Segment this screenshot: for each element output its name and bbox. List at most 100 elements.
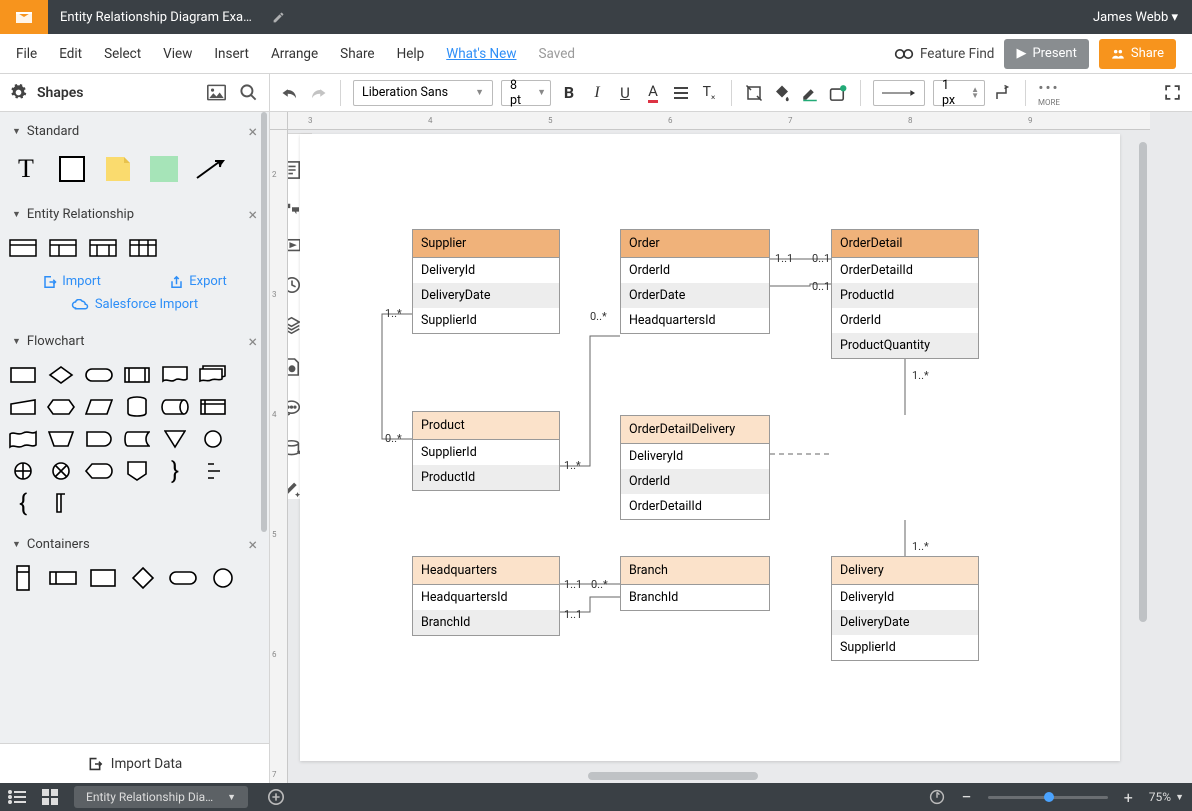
fc-display[interactable]	[84, 459, 114, 483]
entity-supplier[interactable]: SupplierDeliveryIdDeliveryDateSupplierId	[412, 229, 560, 334]
entity-field[interactable]: SupplierId	[413, 440, 559, 465]
entity-field[interactable]: ProductId	[413, 465, 559, 490]
arrow-shape[interactable]	[192, 153, 228, 185]
fc-sum[interactable]	[46, 459, 76, 483]
entity-header[interactable]: Product	[413, 412, 559, 440]
entity-branch[interactable]: BranchBranchId	[620, 556, 770, 611]
line-width-select[interactable]: 1 px▲▼	[933, 80, 985, 106]
rect-shape[interactable]	[54, 153, 90, 185]
fc-internal[interactable]	[198, 395, 228, 419]
fc-brace-l[interactable]: {	[8, 491, 38, 515]
entity-orderdetail[interactable]: OrderDetailOrderDetailIdProductIdOrderId…	[831, 229, 979, 359]
menu-share[interactable]: Share	[340, 46, 374, 62]
entity-header[interactable]: Delivery	[832, 557, 978, 585]
fc-multidoc[interactable]	[198, 363, 228, 387]
fc-database[interactable]	[122, 395, 152, 419]
note-shape[interactable]	[100, 153, 136, 185]
underline-icon[interactable]: U	[615, 83, 635, 103]
entity-field[interactable]: DeliveryId	[832, 585, 978, 610]
entity-header[interactable]: Order	[621, 230, 769, 258]
group-containers[interactable]: ▼Containers×	[0, 525, 269, 560]
fc-process[interactable]	[8, 363, 38, 387]
entity-field[interactable]: DeliveryId	[413, 258, 559, 283]
fc-decision[interactable]	[46, 363, 76, 387]
entity-field[interactable]: BranchId	[413, 610, 559, 635]
feature-find[interactable]: Feature Find	[894, 46, 994, 62]
entity-order[interactable]: OrderOrderIdOrderDateHeadquartersId	[620, 229, 770, 334]
er-import[interactable]: Import	[42, 274, 101, 289]
entity-field[interactable]: OrderDetailId	[621, 494, 769, 519]
font-size-select[interactable]: 8 pt▼	[501, 80, 551, 106]
menu-file[interactable]: File	[16, 46, 37, 62]
menu-help[interactable]: Help	[397, 46, 425, 62]
add-page-button[interactable]	[264, 785, 288, 809]
cont-vlane[interactable]	[8, 566, 38, 590]
menu-arrange[interactable]: Arrange	[271, 46, 318, 62]
crop-icon[interactable]	[744, 83, 764, 103]
canvas-vscrollbar[interactable]	[1136, 130, 1150, 769]
bold-icon[interactable]: B	[559, 83, 579, 103]
sidebar-scrollbar[interactable]	[261, 112, 267, 532]
menu-insert[interactable]: Insert	[214, 46, 249, 62]
entity-header[interactable]: Headquarters	[413, 557, 559, 585]
cont-rect[interactable]	[88, 566, 118, 590]
group-flowchart[interactable]: ▼Flowchart×	[0, 322, 269, 357]
menu-select[interactable]: Select	[104, 46, 141, 62]
entity-field[interactable]: HeadquartersId	[621, 308, 769, 333]
document-title[interactable]: Entity Relationship Diagram Exa…	[48, 10, 264, 25]
line-route-icon[interactable]	[993, 83, 1013, 103]
entity-field[interactable]: ProductId	[832, 283, 978, 308]
search-icon[interactable]	[237, 82, 259, 104]
entity-orderdetaildelivery[interactable]: OrderDetailDeliveryDeliveryIdOrderIdOrde…	[620, 415, 770, 520]
canvas-hscrollbar[interactable]	[288, 769, 1150, 783]
redo-icon[interactable]	[308, 83, 328, 103]
entity-field[interactable]: ProductQuantity	[832, 333, 978, 358]
entity-field[interactable]: OrderId	[832, 308, 978, 333]
italic-icon[interactable]: I	[587, 83, 607, 103]
import-data-button[interactable]: Import Data	[0, 743, 269, 783]
entity-field[interactable]: OrderDate	[621, 283, 769, 308]
entity-field[interactable]: OrderId	[621, 258, 769, 283]
entity-field[interactable]: DeliveryDate	[832, 610, 978, 635]
entity-field[interactable]: OrderDetailId	[832, 258, 978, 283]
fc-document[interactable]	[160, 363, 190, 387]
entity-header[interactable]: Supplier	[413, 230, 559, 258]
close-icon[interactable]: ×	[248, 535, 257, 554]
list-view-icon[interactable]	[0, 790, 34, 804]
block-shape[interactable]	[146, 153, 182, 185]
grid-view-icon[interactable]	[34, 789, 66, 805]
fc-card[interactable]	[46, 491, 76, 515]
present-button[interactable]: ▶Present	[1004, 39, 1088, 69]
page[interactable]: SupplierDeliveryIdDeliveryDateSupplierId…	[300, 134, 1120, 761]
entity-field[interactable]: BranchId	[621, 585, 769, 610]
share-button[interactable]: Share	[1099, 39, 1176, 69]
user-menu[interactable]: James Webb ▾	[1079, 10, 1192, 25]
fc-note[interactable]	[198, 459, 228, 483]
fc-brace-r[interactable]: }	[160, 459, 190, 483]
clear-format-icon[interactable]: T×	[699, 83, 719, 103]
fill-icon[interactable]	[772, 83, 792, 103]
fc-merge[interactable]	[160, 427, 190, 451]
fc-manual-input[interactable]	[8, 395, 38, 419]
shape-style-icon[interactable]	[828, 83, 848, 103]
menu-edit[interactable]: Edit	[59, 46, 82, 62]
canvas[interactable]: 3456789 234567 SupplierDeliveryIdDeliver…	[270, 112, 1192, 783]
zoom-in-icon[interactable]: +	[1116, 788, 1141, 807]
entity-header[interactable]: OrderDetail	[832, 230, 978, 258]
fc-stored[interactable]	[122, 427, 152, 451]
fc-terminator[interactable]	[84, 363, 114, 387]
fc-data[interactable]	[84, 395, 114, 419]
fc-papertape[interactable]	[8, 427, 38, 451]
entity-field[interactable]: DeliveryDate	[413, 283, 559, 308]
er-export[interactable]: Export	[169, 274, 227, 289]
er-table4-shape[interactable]	[128, 236, 158, 260]
autosave-icon[interactable]	[921, 789, 953, 805]
entity-product[interactable]: ProductSupplierIdProductId	[412, 411, 560, 491]
line-style-select[interactable]	[873, 80, 925, 106]
entity-header[interactable]: Branch	[621, 557, 769, 585]
image-icon[interactable]	[205, 82, 227, 104]
zoom-out-icon[interactable]: −	[953, 787, 979, 808]
entity-field[interactable]: HeadquartersId	[413, 585, 559, 610]
cont-circle[interactable]	[208, 566, 238, 590]
gear-icon[interactable]	[10, 84, 27, 101]
